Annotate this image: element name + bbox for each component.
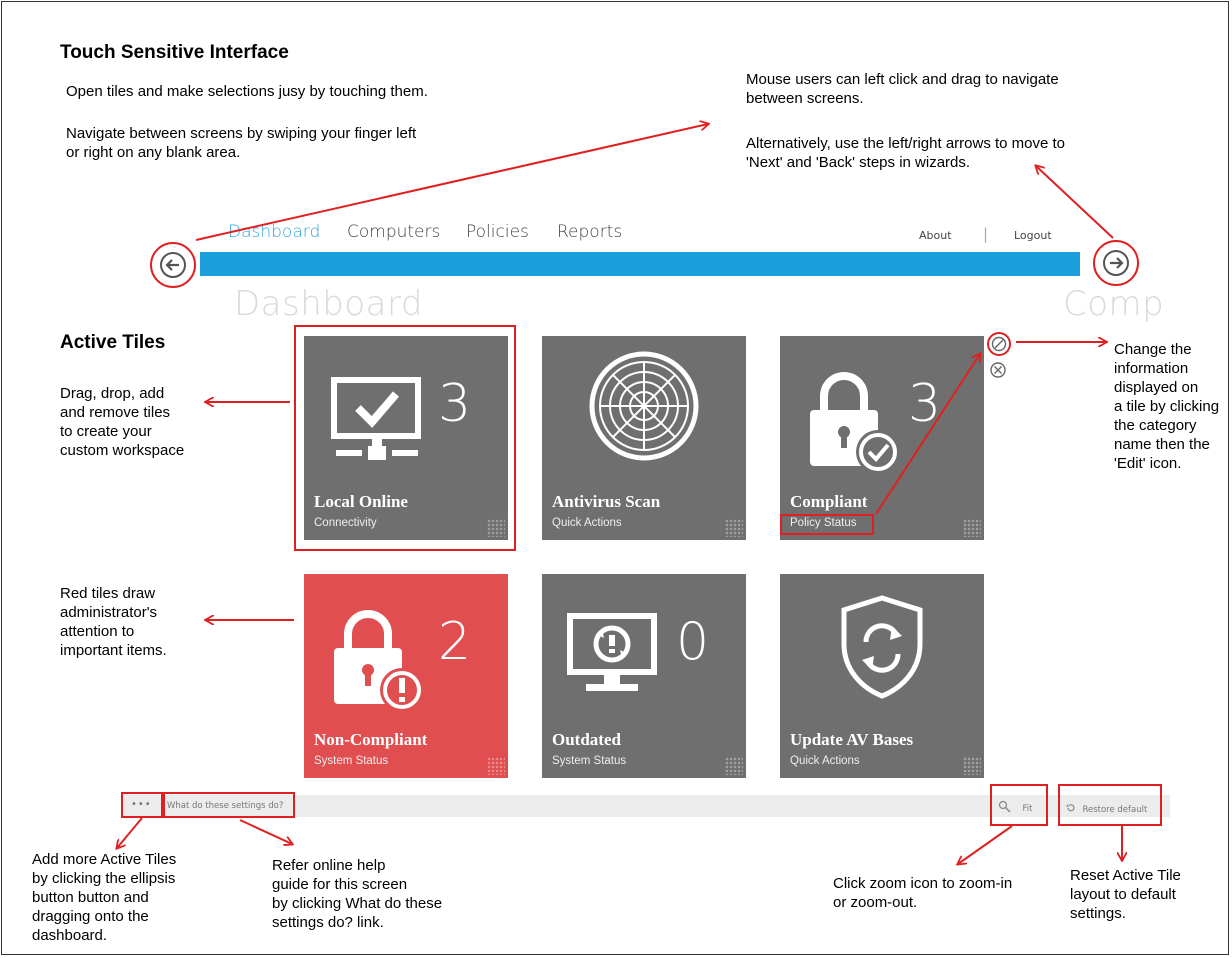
- annotation-arrows: [0, 0, 1232, 958]
